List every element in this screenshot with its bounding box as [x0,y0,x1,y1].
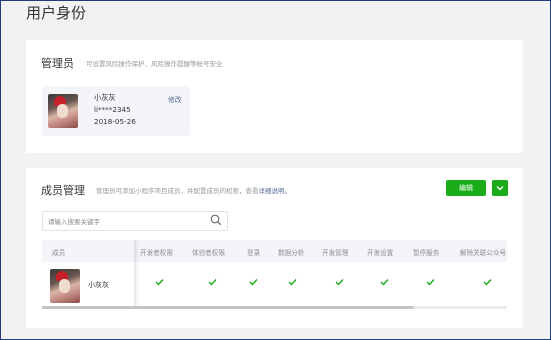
table-header: 成员 开发者权限 体验者权限 登录 数据分析 开发管理 开发设置 暂停服务 解除… [42,240,507,262]
column-header-login: 登录 [247,249,261,257]
horizontal-scrollbar[interactable] [42,306,507,309]
member-card: 成员管理 管理员可添加小程序项目成员，并配置成员的权限，查看详细说明。 编辑 请… [26,168,523,328]
column-header-dev-settings: 开发设置 [367,249,394,257]
detail-link[interactable]: 详细说明。 [259,187,292,195]
admin-card: 管理员 可设置风险操作保护、风险操作提醒等帐号安全 小灰灰 li****2345… [26,40,523,153]
admin-card-title: 管理员 [41,57,74,70]
column-header-suspend-service: 暂停服务 [413,249,440,257]
check-icon [208,279,217,286]
column-header-dev-management: 开发管理 [322,249,349,257]
admin-name: 小灰灰 [94,93,116,102]
member-card-title: 成员管理 [41,184,85,197]
check-icon [483,279,492,286]
check-icon [335,279,344,286]
check-icon [155,279,164,286]
member-table: 成员 开发者权限 体验者权限 登录 数据分析 开发管理 开发设置 暂停服务 解除… [42,240,507,310]
admin-avatar [48,94,78,128]
table-row: 小灰灰 [42,262,507,307]
column-header-data-analysis: 数据分析 [278,249,305,257]
check-icon [288,279,297,286]
admin-date: 2018-05-26 [94,117,136,126]
search-icon[interactable] [210,214,222,226]
member-card-description-text: 管理员可添加小程序项目成员，并配置成员的权限，查看 [96,187,259,195]
member-avatar [50,269,80,303]
check-icon [249,279,258,286]
column-header-developer: 开发者权限 [140,249,173,257]
admin-info-box: 小灰灰 li****2345 2018-05-26 修改 [42,86,190,136]
check-icon [426,279,435,286]
column-header-tester: 体验者权限 [192,249,225,257]
member-name: 小灰灰 [88,281,109,289]
page-title: 用户身份 [26,4,87,22]
column-header-unlink-account: 解除关联公众号 [460,249,507,257]
member-card-description: 管理员可添加小程序项目成员，并配置成员的权限，查看详细说明。 [96,185,291,195]
chevron-down-icon [496,186,504,191]
search-placeholder: 请输入搜索关键字 [48,218,100,226]
edit-button[interactable]: 编辑 [446,180,486,196]
check-icon [380,279,389,286]
scrollbar-thumb[interactable] [42,306,414,309]
more-options-button[interactable] [492,180,508,196]
admin-edit-link[interactable]: 修改 [168,94,182,104]
admin-account: li****2345 [94,105,131,114]
column-header-member: 成员 [52,249,66,257]
admin-card-description: 可设置风险操作保护、风险操作提醒等帐号安全 [86,60,223,68]
search-input[interactable]: 请输入搜索关键字 [42,211,228,231]
